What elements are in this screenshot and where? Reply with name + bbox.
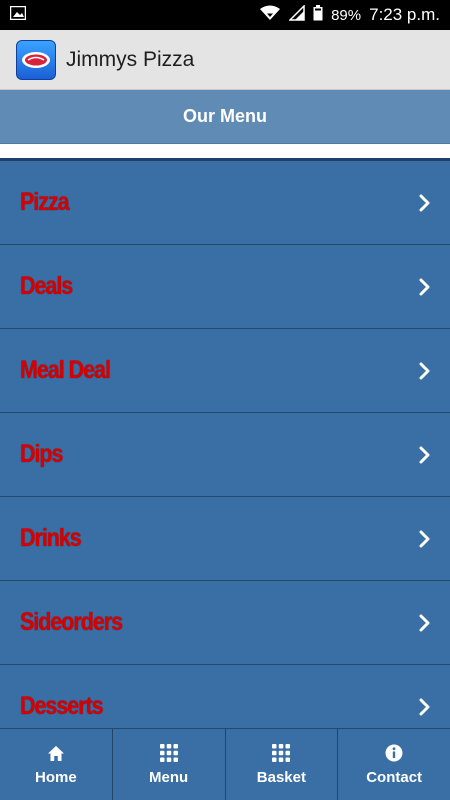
nav-item-menu[interactable]: Menu (113, 729, 226, 800)
nav-label: Contact (366, 769, 423, 786)
menu-header: Our Menu (0, 90, 450, 144)
category-label: Sideorders (20, 608, 123, 636)
category-item-pizza[interactable]: Pizza (0, 161, 450, 245)
menu-header-title: Our Menu (183, 106, 267, 126)
jimmys-pizza-logo-icon (16, 39, 56, 80)
info-icon (385, 743, 403, 763)
category-label: Desserts (20, 692, 104, 720)
category-item-dips[interactable]: Dips (0, 413, 450, 497)
grid-icon (272, 743, 291, 763)
battery-icon (313, 4, 323, 26)
chevron-right-icon (418, 613, 432, 633)
chevron-right-icon (418, 529, 432, 549)
bottom-nav: Home Menu Basket Contact (0, 728, 450, 800)
image-icon (9, 5, 27, 25)
app-title: Jimmys Pizza (66, 47, 195, 71)
nav-label: Home (35, 769, 77, 786)
nav-label: Basket (256, 769, 306, 786)
category-label: Deals (20, 272, 73, 300)
category-label: Drinks (20, 524, 82, 552)
category-item-desserts[interactable]: Desserts (0, 665, 450, 728)
chevron-right-icon (418, 361, 432, 381)
category-item-drinks[interactable]: Drinks (0, 497, 450, 581)
wifi-icon (259, 5, 281, 26)
nav-label: Menu (149, 769, 189, 786)
category-item-deals[interactable]: Deals (0, 245, 450, 329)
chevron-right-icon (418, 697, 432, 717)
category-item-sideorders[interactable]: Sideorders (0, 581, 450, 665)
app-bar: Jimmys Pizza (0, 30, 450, 90)
category-item-meal-deal[interactable]: Meal Deal (0, 329, 450, 413)
category-label: Pizza (20, 188, 70, 216)
signal-icon (288, 3, 305, 26)
battery-level: 89% (331, 6, 362, 24)
status-bar: 89% 7:23 p.m. (0, 0, 450, 30)
chevron-right-icon (418, 193, 432, 213)
header-divider (0, 144, 450, 158)
home-icon (47, 743, 65, 763)
category-label: Dips (20, 440, 64, 468)
category-list: Pizza Deals Meal Deal Dips Drinks Sideor… (0, 161, 450, 728)
grid-icon (159, 743, 178, 763)
nav-item-home[interactable]: Home (0, 729, 113, 800)
nav-item-basket[interactable]: Basket (226, 729, 339, 800)
nav-item-contact[interactable]: Contact (338, 729, 450, 800)
category-label: Meal Deal (20, 356, 111, 384)
clock: 7:23 p.m. (369, 5, 440, 24)
chevron-right-icon (418, 445, 432, 465)
chevron-right-icon (418, 277, 432, 297)
